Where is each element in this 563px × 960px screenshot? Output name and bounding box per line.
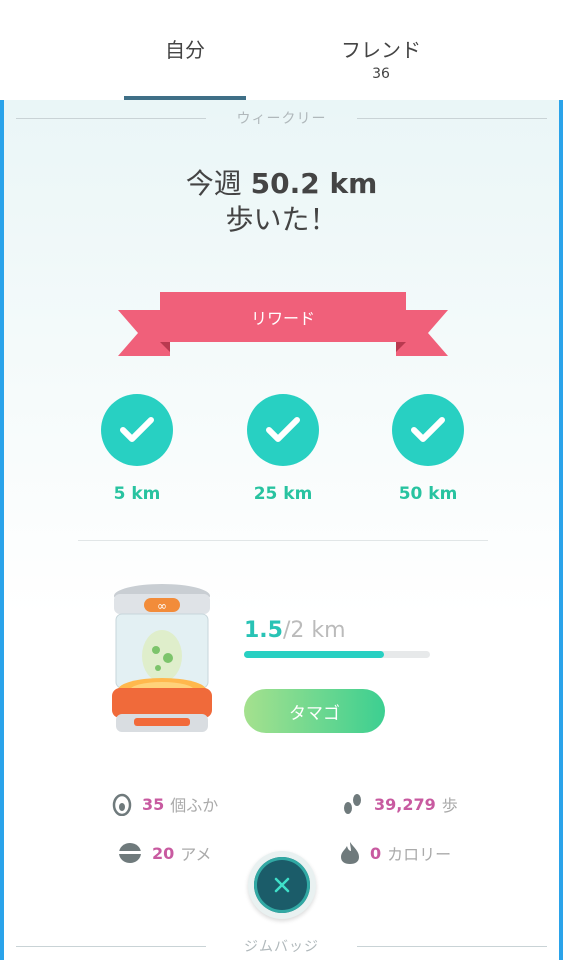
reward-km-label: 50 km	[398, 484, 458, 504]
profile-tabs: 自分 フレンド 36	[0, 0, 563, 100]
reward-km-label: 25 km	[253, 484, 313, 504]
candy-icon	[118, 842, 142, 864]
tab-self[interactable]: 自分	[124, 0, 246, 100]
reward-km-label: 5 km	[113, 484, 161, 504]
weekly-section-divider: ウィークリー	[16, 108, 547, 128]
egg-progress-fill	[244, 651, 384, 658]
divider	[78, 540, 488, 541]
friends-count: 36	[372, 66, 390, 82]
tab-self-label: 自分	[165, 38, 205, 62]
headline-suffix: 歩いた！	[225, 203, 338, 236]
ribbon-label: リワード	[160, 292, 406, 342]
egg-incubator-icon[interactable]: ∞	[104, 582, 220, 738]
headline-prefix: 今週	[185, 167, 242, 200]
weekly-headline: 今週 50.2 km 歩いた！	[0, 166, 563, 238]
close-button[interactable]	[248, 851, 316, 919]
svg-text:∞: ∞	[157, 599, 167, 613]
steps-label: 歩	[441, 796, 458, 815]
steps-count: 39,279	[374, 794, 436, 814]
calories-count: 0	[370, 843, 382, 863]
tab-friends[interactable]: フレンド 36	[316, 0, 446, 100]
stat-calories: 0 カロリー	[340, 841, 451, 865]
candy-count: 20	[152, 843, 175, 863]
egg-button[interactable]: タマゴ	[244, 689, 385, 733]
egg-icon	[112, 792, 132, 816]
check-icon	[392, 394, 464, 466]
egg-distance-current: 1.5	[244, 618, 283, 643]
gym-section-divider: ジムバッジ	[16, 936, 547, 956]
egg-distance: 1.5/2 km	[244, 618, 346, 643]
reward-5km: 5 km	[77, 394, 197, 504]
reward-50km: 50 km	[368, 394, 488, 504]
rewards-ribbon: リワード	[118, 290, 448, 360]
egg-progress-bar	[244, 651, 430, 658]
flame-icon	[340, 841, 360, 865]
stat-candy: 20 アメ	[118, 841, 211, 865]
calories-label: カロリー	[387, 845, 452, 864]
check-icon	[101, 394, 173, 466]
hatched-label: 個ふか	[170, 796, 219, 815]
tab-friends-label: フレンド	[341, 38, 421, 62]
egg-distance-total: /2 km	[282, 618, 346, 643]
reward-25km: 25 km	[223, 394, 343, 504]
stat-steps: 39,279 歩	[342, 792, 458, 816]
close-icon	[254, 857, 310, 913]
candy-label: アメ	[180, 845, 212, 864]
stat-hatched: 35 個ふか	[112, 792, 218, 816]
footsteps-icon	[342, 792, 364, 816]
hatched-count: 35	[142, 794, 165, 814]
check-icon	[247, 394, 319, 466]
weekly-distance: 50.2 km	[250, 167, 378, 200]
